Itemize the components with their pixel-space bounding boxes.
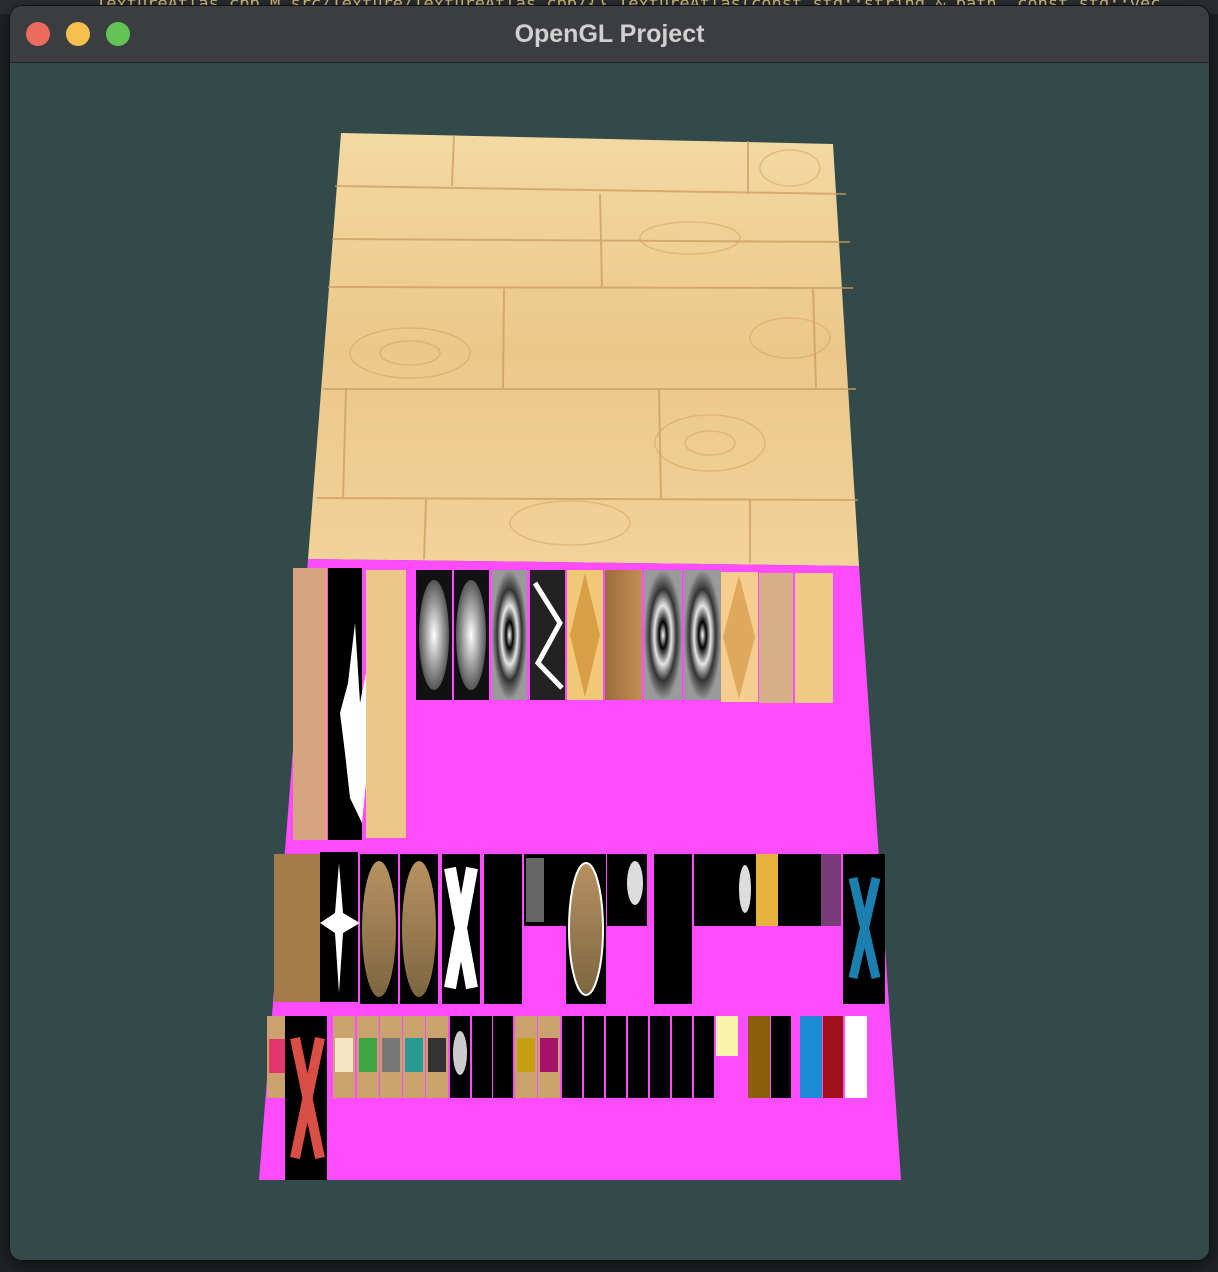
title-bar[interactable]: OpenGL Project: [10, 6, 1209, 63]
wood-plank-texture: [308, 133, 859, 566]
rendered-quad: [259, 133, 901, 1180]
opengl-viewport[interactable]: [10, 63, 1209, 1260]
window-title: OpenGL Project: [514, 20, 705, 48]
app-window: OpenGL Project: [10, 6, 1209, 1260]
